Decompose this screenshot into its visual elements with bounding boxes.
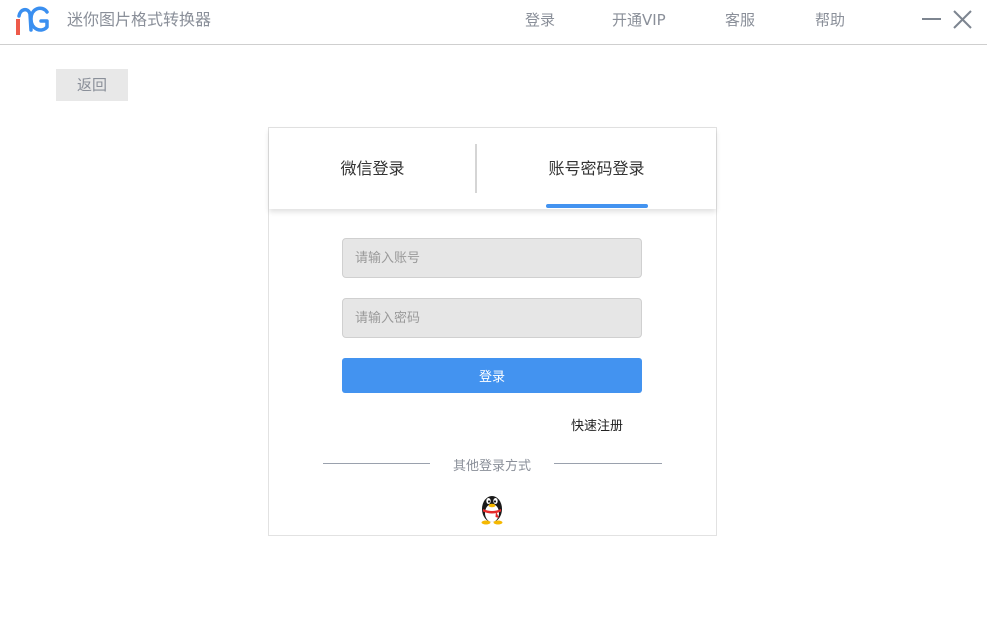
- divider-line-left: [323, 463, 430, 464]
- quick-register-link[interactable]: 快速注册: [571, 415, 623, 434]
- qq-penguin-icon[interactable]: [478, 491, 506, 525]
- divider-line-right: [554, 463, 662, 464]
- app-title: 迷你图片格式转换器: [67, 10, 212, 29]
- minimize-icon[interactable]: [919, 8, 943, 32]
- other-login-label: 其他登录方式: [452, 459, 531, 474]
- login-submit-button[interactable]: 登录: [342, 358, 642, 393]
- active-tab-indicator: [546, 204, 648, 208]
- password-input[interactable]: [342, 298, 642, 338]
- tab-account-login[interactable]: 账号密码登录: [477, 128, 716, 209]
- app-logo-icon: [16, 6, 49, 35]
- login-card: 微信登录 账号密码登录 登录 快速注册 其他登录方式: [268, 127, 717, 536]
- close-icon[interactable]: [950, 8, 974, 32]
- nav-help-link[interactable]: 帮助: [815, 10, 845, 30]
- nav-login-link[interactable]: 登录: [525, 10, 555, 30]
- account-input[interactable]: [342, 238, 642, 278]
- title-bar: 迷你图片格式转换器 登录 开通VIP 客服 帮助: [0, 0, 987, 45]
- nav-vip-link[interactable]: 开通VIP: [612, 10, 666, 30]
- tab-wechat-login[interactable]: 微信登录: [269, 128, 476, 209]
- back-button[interactable]: 返回: [56, 69, 128, 101]
- nav-service-link[interactable]: 客服: [725, 10, 755, 30]
- login-tabs: 微信登录 账号密码登录: [269, 128, 716, 209]
